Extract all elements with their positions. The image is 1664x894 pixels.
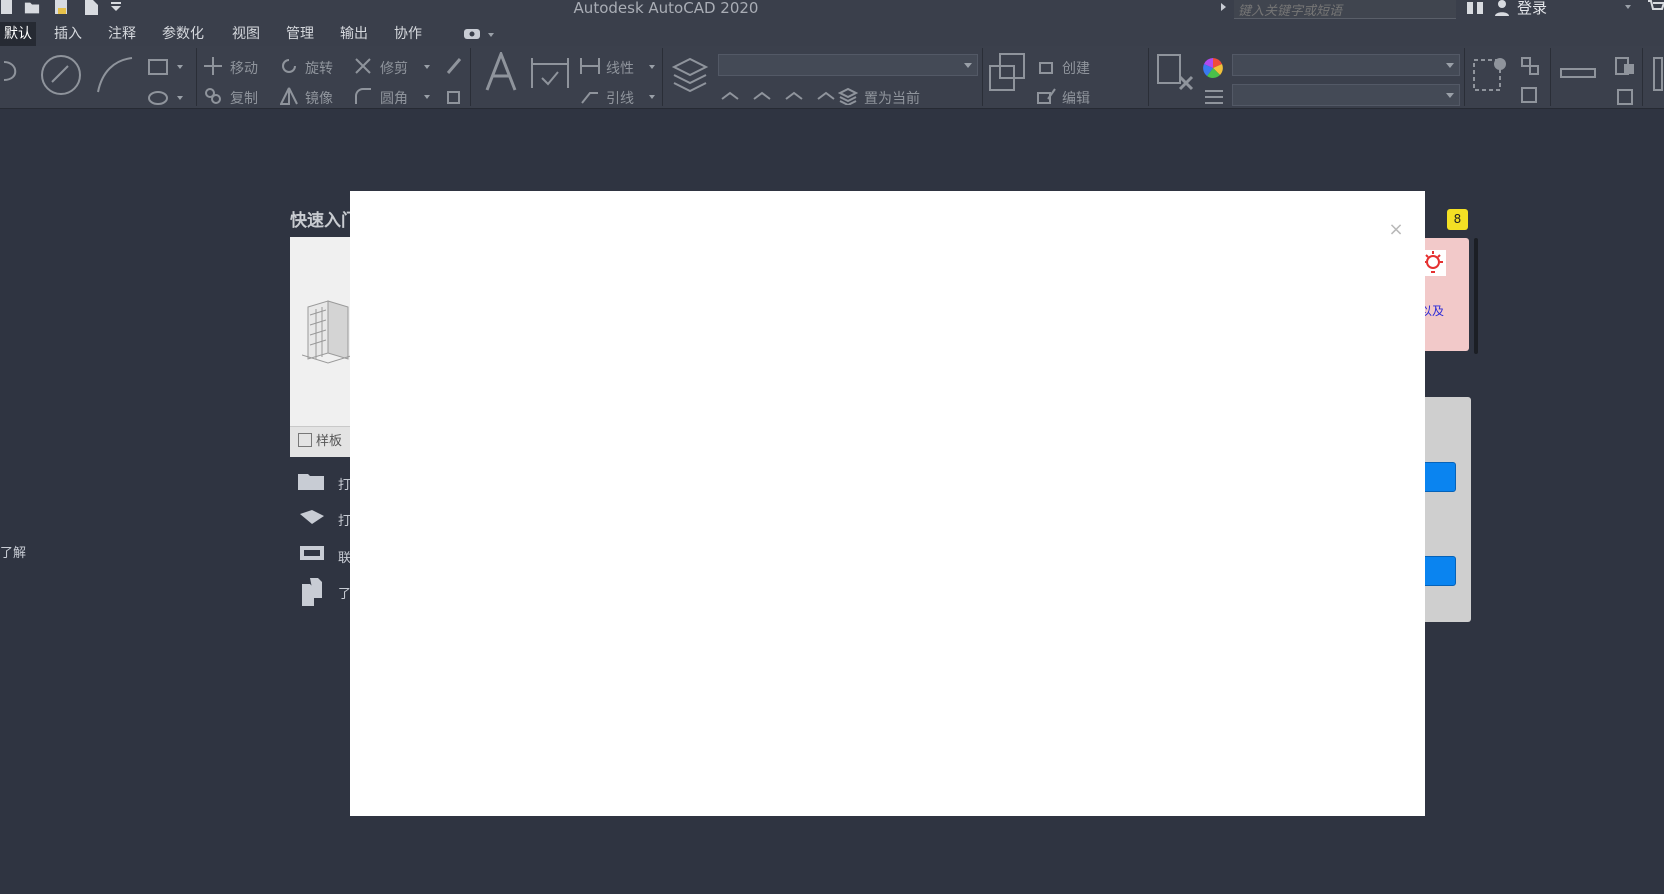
match-properties-icon[interactable] — [1156, 53, 1196, 93]
tab-insert[interactable]: 插入 — [50, 22, 86, 46]
insert-block-icon[interactable] — [988, 52, 1028, 92]
group-icon[interactable] — [1470, 54, 1510, 96]
mirror-button[interactable]: 镜像 — [305, 88, 333, 108]
layer-dropdown[interactable] — [718, 54, 978, 76]
app-title: Autodesk AutoCAD 2020 — [573, 0, 759, 17]
linear-dropdown-icon[interactable] — [649, 65, 655, 69]
erase-icon[interactable] — [446, 57, 464, 75]
linear-dim-icon — [580, 58, 600, 74]
view-icon[interactable] — [1652, 56, 1664, 92]
rotate-icon — [282, 59, 296, 73]
lineweight-icon — [1205, 90, 1223, 104]
close-icon[interactable]: × — [1388, 221, 1404, 239]
notification-scrollbar[interactable] — [1474, 238, 1478, 354]
popup-dialog — [350, 191, 1425, 816]
ungroup-icon[interactable] — [1520, 56, 1540, 76]
group-edit-icon[interactable] — [1520, 86, 1540, 106]
text-icon[interactable] — [484, 52, 518, 92]
get-samples-icon[interactable] — [298, 544, 326, 562]
copy-button[interactable]: 复制 — [230, 88, 258, 108]
ribbon-divider — [196, 48, 197, 106]
tab-view[interactable]: 视图 — [228, 22, 264, 46]
search-box[interactable] — [1234, 0, 1464, 21]
cart-icon[interactable] — [1648, 0, 1664, 14]
set-current-icon — [838, 87, 858, 105]
workspace-toggle-icon[interactable] — [464, 29, 482, 39]
leader-icon — [581, 92, 598, 104]
building-icon — [302, 300, 354, 364]
circle-icon[interactable] — [40, 54, 82, 96]
rotate-button[interactable]: 旋转 — [305, 58, 333, 78]
measure-icon[interactable] — [1560, 66, 1596, 80]
learn-nav-link[interactable]: 了解 — [0, 542, 26, 561]
linear-button[interactable]: 线性 — [606, 58, 634, 78]
trim-dropdown-icon[interactable] — [424, 65, 430, 69]
leader-button[interactable]: 引线 — [606, 88, 634, 108]
copy-icon — [205, 88, 221, 104]
move-icon — [204, 57, 222, 75]
tab-default[interactable]: 默认 — [0, 22, 36, 46]
edit-block-button[interactable]: 编辑 — [1062, 88, 1090, 108]
fillet-button[interactable]: 圆角 — [380, 88, 408, 108]
lineweight-dropdown[interactable] — [1232, 84, 1460, 106]
ribbon-divider — [1550, 48, 1551, 106]
rectangle-dropdown-icon[interactable] — [177, 65, 183, 69]
polyline-icon[interactable] — [0, 56, 30, 86]
create-block-button[interactable]: 创建 — [1062, 58, 1090, 78]
workspace-dropdown-icon[interactable] — [488, 33, 494, 37]
login-link[interactable]: 登录 — [1517, 0, 1547, 16]
layer-properties-icon[interactable] — [670, 53, 710, 93]
ribbon-divider — [1148, 48, 1149, 106]
tab-output[interactable]: 输出 — [336, 22, 372, 46]
trim-icon — [355, 58, 371, 74]
ribbon-divider — [662, 48, 663, 106]
tab-parametric[interactable]: 参数化 — [158, 22, 208, 46]
samples-icon[interactable] — [300, 578, 324, 606]
ribbon-divider — [1642, 48, 1643, 106]
login-dropdown-icon[interactable] — [1625, 5, 1631, 9]
fillet-icon — [355, 88, 371, 104]
tab-collaborate[interactable]: 协作 — [390, 22, 426, 46]
open-files-icon[interactable] — [298, 472, 326, 490]
leader-dropdown-icon[interactable] — [649, 95, 655, 99]
template-label: 样板 — [316, 434, 343, 449]
search-expand-icon[interactable] — [1221, 3, 1226, 11]
search-input[interactable] — [1234, 2, 1464, 21]
layer-tools-icons[interactable] — [720, 87, 850, 107]
edit-block-icon — [1037, 88, 1056, 104]
array-icon[interactable] — [446, 87, 464, 105]
fillet-dropdown-icon[interactable] — [424, 95, 430, 99]
create-block-icon — [1039, 62, 1053, 74]
mirror-icon — [280, 87, 298, 105]
copy-clip-icon[interactable] — [1614, 86, 1636, 106]
ribbon-divider — [982, 48, 983, 106]
notification-count-badge: 8 — [1447, 209, 1468, 230]
dimension-icon[interactable] — [530, 54, 570, 92]
move-button[interactable]: 移动 — [230, 58, 258, 78]
ellipse-icon[interactable] — [148, 90, 168, 106]
tab-annotate[interactable]: 注释 — [104, 22, 140, 46]
arc-icon[interactable] — [94, 54, 136, 96]
tab-manage[interactable]: 管理 — [282, 22, 318, 46]
quick-start-title: 快速入门 — [290, 211, 358, 231]
paste-icon[interactable] — [1614, 56, 1636, 76]
color-dropdown[interactable] — [1232, 54, 1460, 76]
user-icon[interactable] — [1494, 0, 1510, 16]
rectangle-icon[interactable] — [148, 59, 168, 75]
set-current-button[interactable]: 置为当前 — [864, 88, 920, 108]
color-wheel-icon[interactable] — [1202, 57, 1224, 79]
ellipse-dropdown-icon[interactable] — [177, 96, 183, 100]
ribbon-divider — [1464, 48, 1465, 106]
binoculars-icon[interactable] — [1466, 0, 1484, 16]
trim-button[interactable]: 修剪 — [380, 58, 408, 78]
ribbon-divider — [470, 48, 471, 106]
open-sheet-set-icon[interactable] — [298, 508, 326, 526]
template-icon — [298, 433, 312, 447]
